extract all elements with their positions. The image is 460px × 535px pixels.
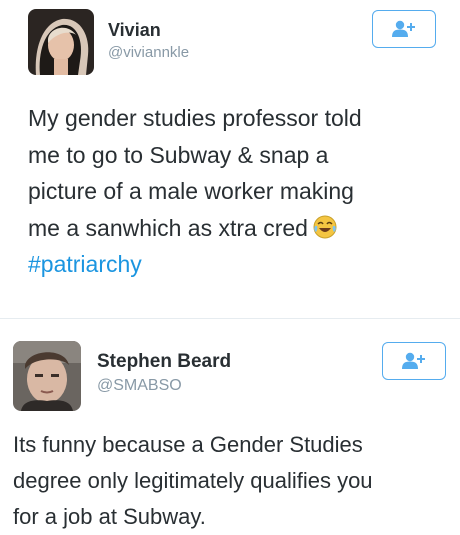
follow-button[interactable]	[382, 342, 446, 380]
hashtag-link[interactable]: #patriarchy	[28, 246, 362, 283]
tweet-line: My gender studies professor told	[28, 105, 362, 131]
user-handle[interactable]: @SMABSO	[97, 377, 182, 395]
tweet-line: for a job at Subway.	[13, 504, 206, 529]
tweet-line: picture of a male worker making	[28, 178, 354, 204]
tweet-text: Its funny because a Gender Studies degre…	[13, 427, 373, 535]
face-with-tears-of-joy-icon	[313, 215, 337, 238]
add-user-icon	[402, 352, 425, 369]
follow-button[interactable]	[372, 10, 436, 48]
avatar[interactable]	[28, 9, 94, 75]
tweet-line: degree only legitimately qualifies you	[13, 468, 373, 493]
tweet-vivian: Vivian @viviannkle My gender studies pro…	[0, 0, 460, 318]
user-name[interactable]: Stephen Beard	[97, 351, 231, 373]
tweet-stephen: Stephen Beard @SMABSO Its funny because …	[0, 318, 460, 530]
user-name[interactable]: Vivian	[108, 20, 161, 41]
tweet-line: me a sanwhich as xtra cred	[28, 214, 308, 241]
avatar[interactable]	[13, 341, 81, 411]
tweet-line-with-emoji: me a sanwhich as xtra cred	[28, 210, 362, 247]
user-handle[interactable]: @viviannkle	[108, 44, 189, 61]
add-user-icon	[392, 20, 415, 37]
tweet-line: me to go to Subway & snap a	[28, 141, 329, 168]
tweet-text: My gender studies professor told me to g…	[28, 100, 362, 283]
tweet-line: Its funny because a Gender Studies	[13, 432, 363, 457]
